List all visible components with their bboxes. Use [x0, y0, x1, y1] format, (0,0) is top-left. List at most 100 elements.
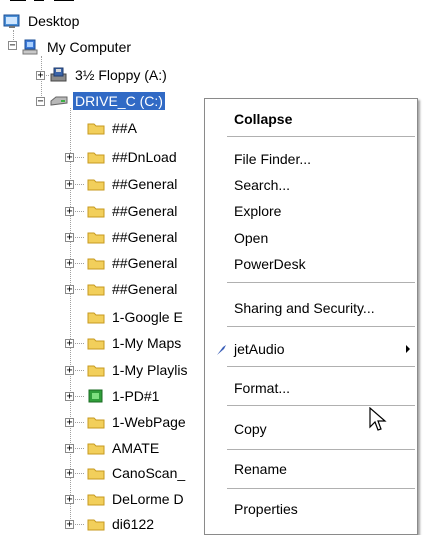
tree-item-label: CanoScan_	[112, 465, 186, 481]
tree-item-folder[interactable]: 1-WebPage	[87, 411, 188, 433]
tree-item-label: ##General	[112, 203, 178, 219]
menu-item-collapse[interactable]: Collapse	[206, 106, 416, 132]
menu-item-search[interactable]: Search...	[206, 172, 416, 198]
tree-item-folder[interactable]: ##General	[87, 173, 179, 195]
menu-item-label: Search...	[234, 177, 291, 193]
menu-item-open[interactable]: Open	[206, 225, 416, 251]
menu-item-label: PowerDesk	[234, 256, 306, 272]
tree-item-folder[interactable]: ##A	[87, 117, 139, 139]
expand-toggle[interactable]: +	[65, 259, 74, 269]
tree-item-label: ##General	[112, 281, 178, 297]
folder-icon	[87, 149, 105, 165]
tree-item-folder[interactable]: CanoScan_	[87, 462, 187, 484]
folder-icon	[87, 229, 105, 245]
expand-toggle[interactable]: +	[65, 444, 74, 454]
menu-item-jetaudio[interactable]: jetAudio	[206, 336, 416, 362]
folder-icon	[87, 203, 105, 219]
expand-toggle[interactable]: +	[65, 153, 74, 163]
menu-item-label: Properties	[234, 501, 298, 517]
expand-toggle[interactable]: +	[65, 233, 74, 243]
tree-item-desktop[interactable]: Desktop	[3, 10, 81, 32]
tree-line	[70, 108, 71, 529]
tree-item-label: ##General	[112, 176, 178, 192]
menu-item-powerdesk[interactable]: PowerDesk	[206, 251, 416, 277]
menu-item-label: Copy	[234, 421, 267, 437]
menu-item-format[interactable]: Format...	[206, 375, 416, 401]
menu-item-label: jetAudio	[234, 341, 285, 357]
collapse-toggle[interactable]: −	[8, 41, 17, 51]
expand-toggle[interactable]: +	[65, 180, 74, 190]
tree-item-folder[interactable]: ##General	[87, 252, 179, 274]
tree-item-folder[interactable]: 1-Google E	[87, 306, 185, 328]
tree-item-label: My Computer	[47, 39, 132, 55]
expand-toggle[interactable]: +	[65, 495, 74, 505]
expand-toggle[interactable]: +	[65, 418, 74, 428]
tree-item-floppy[interactable]: 3½ Floppy (A:)	[50, 64, 169, 86]
menu-item-file-finder[interactable]: File Finder...	[206, 146, 416, 172]
folder-icon	[87, 255, 105, 271]
green-chip-folder-icon	[87, 388, 105, 404]
collapse-toggle[interactable]: −	[36, 97, 45, 107]
tree-item-label: ##A	[112, 120, 137, 136]
tree-item-label: di6122	[112, 516, 155, 532]
menu-separator	[227, 136, 415, 137]
tree-item-label: 1-My Playlis	[112, 362, 188, 378]
tree-item-folder[interactable]: di6122	[87, 513, 156, 535]
expand-toggle[interactable]: +	[65, 469, 74, 479]
folder-icon	[87, 335, 105, 351]
folder-icon	[87, 362, 105, 378]
tree-item-folder[interactable]: AMATE	[87, 437, 161, 459]
expand-toggle[interactable]: +	[65, 339, 74, 349]
folder-icon	[87, 516, 105, 532]
tree-item-folder[interactable]: 1-PD#1	[87, 385, 161, 407]
tree-item-folder[interactable]: ##General	[87, 226, 179, 248]
menu-item-explore[interactable]: Explore	[206, 198, 416, 224]
context-menu: Collapse File Finder... Search... Explor…	[204, 98, 418, 535]
tree-item-label: Desktop	[28, 13, 80, 29]
folder-icon	[87, 309, 105, 325]
tree-item-folder[interactable]: DeLorme D	[87, 488, 186, 510]
expand-toggle[interactable]: +	[36, 71, 45, 81]
expand-toggle[interactable]: +	[65, 520, 74, 530]
menu-separator	[227, 282, 415, 283]
menu-separator	[227, 326, 415, 327]
expand-toggle[interactable]: +	[65, 392, 74, 402]
floppy-drive-icon	[50, 67, 68, 83]
menu-item-properties[interactable]: Properties	[206, 496, 416, 522]
tree-item-label: DRIVE_C (C:)	[73, 92, 165, 110]
folder-icon	[87, 491, 105, 507]
tree-item-label: 1-Google E	[112, 309, 183, 325]
menu-separator	[227, 488, 415, 489]
menu-item-label: Explore	[234, 203, 282, 219]
tree-item-folder[interactable]: ##DnLoad	[87, 146, 179, 168]
menu-item-label: Rename	[234, 461, 287, 477]
folder-icon	[87, 465, 105, 481]
folder-icon	[87, 440, 105, 456]
tree-item-label: ##General	[112, 229, 178, 245]
desktop-icon	[3, 13, 21, 29]
menu-separator	[227, 366, 415, 367]
expand-toggle[interactable]: +	[65, 285, 74, 295]
tree-item-folder[interactable]: 1-My Maps	[87, 332, 183, 354]
tree-item-folder[interactable]: ##General	[87, 200, 179, 222]
computer-icon	[22, 39, 40, 55]
tree-item-folder[interactable]: 1-My Playlis	[87, 359, 189, 381]
tree-item-drive-c[interactable]: DRIVE_C (C:)	[50, 90, 165, 112]
folder-icon	[87, 414, 105, 430]
hard-drive-icon	[50, 93, 68, 109]
expand-toggle[interactable]: +	[65, 366, 74, 376]
menu-separator	[227, 449, 415, 450]
expand-toggle[interactable]: +	[65, 207, 74, 217]
tree-item-label: 1-WebPage	[112, 414, 186, 430]
tree-item-label: AMATE	[112, 440, 160, 456]
folder-icon	[87, 281, 105, 297]
folder-icon	[87, 120, 105, 136]
jetaudio-icon	[215, 343, 227, 359]
menu-item-label: Sharing and Security...	[234, 300, 375, 316]
menu-item-label: File Finder...	[234, 151, 312, 167]
menu-item-sharing-security[interactable]: Sharing and Security...	[206, 295, 416, 321]
tree-item-my-computer[interactable]: My Computer	[22, 36, 133, 58]
menu-item-rename[interactable]: Rename	[206, 456, 416, 482]
tree-item-folder[interactable]: ##General	[87, 278, 179, 300]
folder-icon	[87, 176, 105, 192]
